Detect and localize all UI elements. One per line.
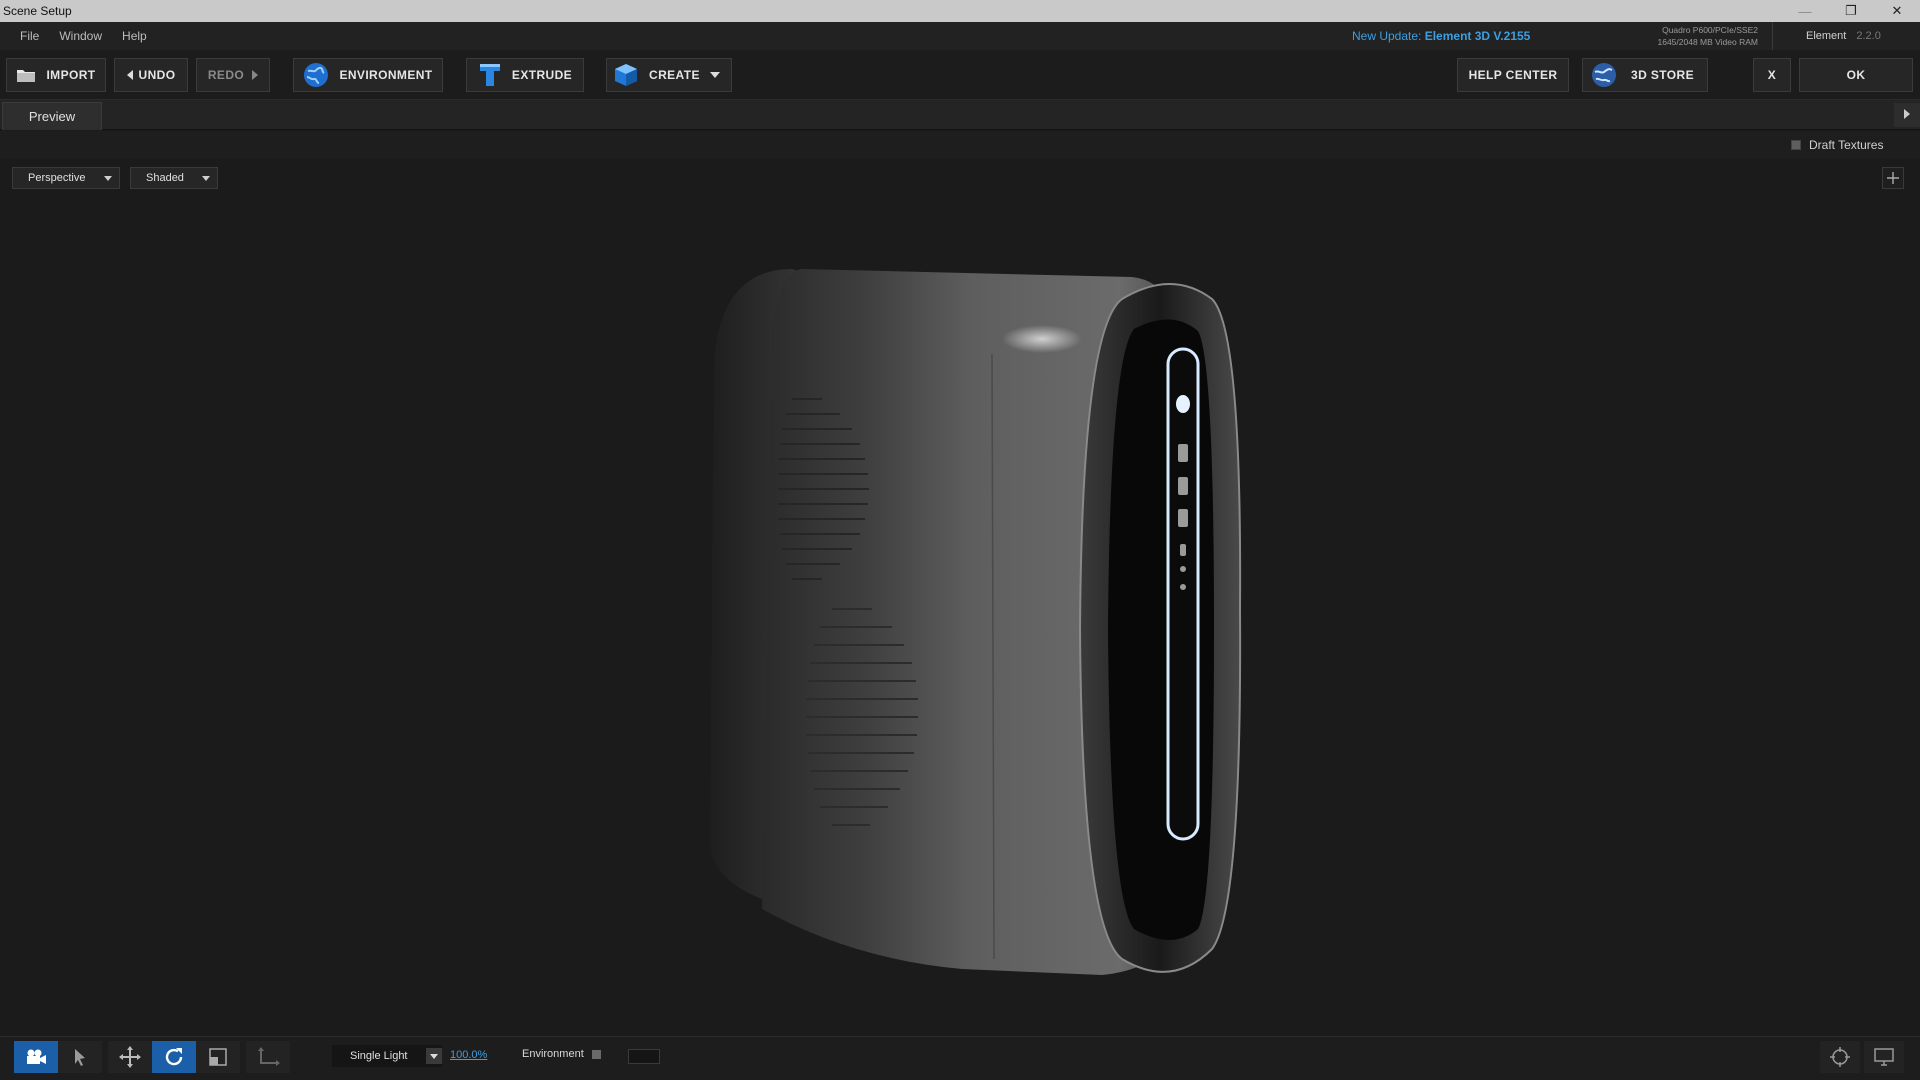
divider xyxy=(1772,22,1773,50)
caret-down-icon xyxy=(202,176,210,181)
display-settings-button[interactable] xyxy=(1864,1041,1904,1073)
target-icon xyxy=(1830,1047,1850,1067)
bottom-toolbar: Single Light 100.0% Environment xyxy=(0,1036,1920,1080)
update-prefix: New Update: xyxy=(1352,29,1422,43)
alien-logo-icon xyxy=(1176,395,1190,413)
scale-tool-button[interactable] xyxy=(196,1041,240,1073)
rotate-tool-button[interactable] xyxy=(152,1041,196,1073)
extrude-icon xyxy=(478,62,502,88)
element-name: Element xyxy=(1806,30,1847,42)
ok-label: OK xyxy=(1846,68,1866,82)
menu-help[interactable]: Help xyxy=(112,29,157,43)
cube-icon xyxy=(613,62,639,88)
shading-mode-dropdown[interactable]: Shaded xyxy=(130,167,218,189)
select-tool-button[interactable] xyxy=(58,1041,102,1073)
element-version: 2.2.0 xyxy=(1856,30,1881,42)
expand-panel-button[interactable] xyxy=(1894,103,1920,127)
help-center-label: HELP CENTER xyxy=(1468,68,1558,82)
undo-button[interactable]: UNDO xyxy=(114,58,188,92)
update-version: Element 3D V.2155 xyxy=(1424,29,1531,43)
3d-store-button[interactable]: 3D STORE xyxy=(1582,58,1708,92)
scale-icon xyxy=(209,1048,227,1066)
3d-viewport[interactable]: Perspective Shaded xyxy=(2,159,1918,1036)
cancel-label: X xyxy=(1767,68,1777,82)
folder-icon xyxy=(16,67,36,83)
environment-toggle[interactable]: Environment xyxy=(522,1048,601,1060)
menu-bar: File Window Help New Update: Element 3D … xyxy=(0,22,1920,50)
camera-tool-button[interactable] xyxy=(14,1041,58,1073)
extrude-button[interactable]: EXTRUDE xyxy=(466,58,584,92)
ok-button[interactable]: OK xyxy=(1799,58,1913,92)
arrow-left-icon xyxy=(126,70,133,80)
rotate-icon xyxy=(165,1048,183,1066)
viewport-options-bar: Draft Textures xyxy=(0,131,1920,159)
element-label: Element 2.2.0 xyxy=(1806,30,1881,42)
render-settings-button[interactable] xyxy=(1820,1041,1860,1073)
window-title: Scene Setup xyxy=(3,4,72,18)
window-controls: — ❐ ✕ xyxy=(1782,0,1920,22)
environment-toggle-label: Environment xyxy=(522,1048,584,1060)
draft-textures-toggle[interactable]: Draft Textures xyxy=(1791,138,1883,152)
chevron-down-icon xyxy=(709,72,720,78)
maximize-viewport-button[interactable] xyxy=(1882,167,1904,189)
environment-checkbox[interactable] xyxy=(591,1049,601,1059)
title-bar: Scene Setup — ❐ ✕ xyxy=(0,0,1920,22)
cancel-button[interactable]: X xyxy=(1753,58,1791,92)
3d-model-render[interactable] xyxy=(702,269,1262,989)
gpu-info: Quadro P600/PCIe/SSE2 1645/2048 MB Video… xyxy=(1640,24,1759,48)
tab-row: Preview xyxy=(0,100,1920,130)
cursor-icon xyxy=(75,1049,85,1066)
shading-mode-value: Shaded xyxy=(146,172,184,184)
draft-textures-label: Draft Textures xyxy=(1809,138,1884,152)
menu-window[interactable]: Window xyxy=(49,29,112,43)
3d-store-label: 3D STORE xyxy=(1631,68,1694,82)
light-intensity-value[interactable]: 100.0% xyxy=(450,1049,487,1061)
globe-icon xyxy=(303,62,329,88)
close-window-button[interactable]: ✕ xyxy=(1874,0,1920,22)
camera-mode-value: Perspective xyxy=(28,172,86,184)
move-tool-button[interactable] xyxy=(108,1041,152,1073)
light-mode-value: Single Light xyxy=(350,1050,408,1062)
tab-preview-label: Preview xyxy=(28,109,76,124)
create-label: CREATE xyxy=(649,68,700,82)
menu-file[interactable]: File xyxy=(0,29,49,43)
environment-button[interactable]: ENVIRONMENT xyxy=(293,58,443,92)
import-button[interactable]: IMPORT xyxy=(6,58,106,92)
environment-label: ENVIRONMENT xyxy=(339,68,433,82)
undo-label: UNDO xyxy=(138,68,176,82)
camera-icon xyxy=(27,1049,46,1064)
light-strip xyxy=(1166,347,1200,841)
monitor-icon xyxy=(1874,1048,1894,1066)
gpu-name: Quadro P600/PCIe/SSE2 xyxy=(1662,25,1758,35)
draft-textures-checkbox[interactable] xyxy=(1791,140,1801,150)
import-label: IMPORT xyxy=(46,68,96,82)
caret-down-icon xyxy=(426,1048,442,1064)
store-globe-icon xyxy=(1591,62,1617,88)
gpu-memory: 1645/2048 MB Video RAM xyxy=(1657,37,1759,47)
caret-down-icon xyxy=(104,176,112,181)
update-notice[interactable]: New Update: Element 3D V.2155 xyxy=(1352,29,1530,43)
redo-label: REDO xyxy=(207,68,245,82)
restore-button[interactable]: ❐ xyxy=(1828,0,1874,22)
move-icon xyxy=(119,1046,141,1068)
crosshair-icon xyxy=(1887,172,1899,184)
axis-icon xyxy=(258,1047,280,1066)
main-toolbar: IMPORT UNDO REDO ENVIRONMENT EXTRUDE CRE… xyxy=(0,50,1920,100)
minimize-button[interactable]: — xyxy=(1782,0,1828,22)
axis-tool-button[interactable] xyxy=(246,1041,290,1073)
chevron-right-icon xyxy=(1904,106,1910,124)
redo-button[interactable]: REDO xyxy=(196,58,270,92)
environment-color-swatch[interactable] xyxy=(628,1049,660,1064)
extrude-label: EXTRUDE xyxy=(511,68,573,82)
light-mode-dropdown[interactable]: Single Light xyxy=(332,1045,442,1067)
camera-mode-dropdown[interactable]: Perspective xyxy=(12,167,120,189)
tab-preview[interactable]: Preview xyxy=(2,102,102,130)
help-center-button[interactable]: HELP CENTER xyxy=(1457,58,1569,92)
create-button[interactable]: CREATE xyxy=(606,58,732,92)
arrow-right-icon xyxy=(252,70,259,80)
